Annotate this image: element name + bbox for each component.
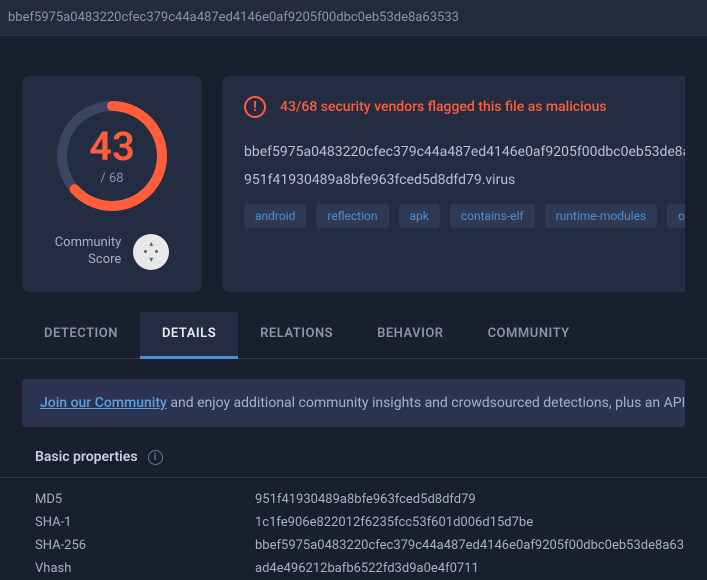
- flag-text: 43/68 security vendors flagged this file…: [280, 99, 607, 115]
- score-ring: 43 / 68: [52, 96, 172, 216]
- prop-val: 1c1fe906e822012f6235fcc53f601d006d15d7be: [255, 515, 533, 530]
- file-name: 951f41930489a8bfe963fced5d8dfd79.virus: [244, 172, 685, 188]
- hash-search-bar[interactable]: bbef5975a0483220cfec379c44a487ed4146e0af…: [0, 0, 707, 36]
- community-score-row: Community Score ▴ ▾: [55, 234, 170, 270]
- score-number: 43: [89, 127, 135, 167]
- main-info-area: 43 / 68 Community Score ▴ ▾ ! 43/68 secu…: [0, 36, 707, 312]
- prop-val: bbef5975a0483220cfec379c44a487ed4146e0af…: [255, 538, 685, 553]
- table-row: SHA-256 bbef5975a0483220cfec379c44a487ed…: [35, 534, 685, 557]
- info-icon[interactable]: i: [148, 450, 163, 465]
- vote-widget[interactable]: ▴ ▾: [133, 234, 169, 270]
- alert-icon: !: [244, 96, 266, 118]
- tag[interactable]: runtime-modules: [545, 204, 658, 228]
- tab-relations[interactable]: RELATIONS: [238, 312, 355, 358]
- banner-text: and enjoy additional community insights …: [167, 395, 685, 411]
- prop-key-sha1: SHA-1: [35, 515, 255, 530]
- hash-text: bbef5975a0483220cfec379c44a487ed4146e0af…: [8, 10, 459, 25]
- tags-row: android reflection apk contains-elf runt…: [244, 204, 685, 228]
- prop-key-sha256: SHA-256: [35, 538, 255, 553]
- community-score-label: Community Score: [55, 235, 122, 269]
- file-hash: bbef5975a0483220cfec379c44a487ed4146e0af…: [244, 144, 685, 160]
- tag[interactable]: obfuscated: [667, 204, 685, 228]
- tab-behavior[interactable]: BEHAVIOR: [355, 312, 465, 358]
- tag[interactable]: reflection: [316, 204, 388, 228]
- tab-community[interactable]: COMMUNITY: [466, 312, 592, 358]
- prop-val: ad4e496212bafb6522fd3d9a0e4f0711: [255, 561, 479, 576]
- tag[interactable]: apk: [399, 204, 440, 228]
- tabs-bar: DETECTION DETAILS RELATIONS BEHAVIOR COM…: [0, 312, 707, 359]
- properties-table: MD5 951f41930489a8bfe963fced5d8dfd79 SHA…: [0, 478, 707, 580]
- tab-details[interactable]: DETAILS: [140, 312, 238, 359]
- score-denominator: / 68: [89, 171, 135, 186]
- tab-detection[interactable]: DETECTION: [22, 312, 140, 358]
- tag[interactable]: android: [244, 204, 306, 228]
- prop-val: 951f41930489a8bfe963fced5d8dfd79: [255, 492, 476, 507]
- join-community-link[interactable]: Join our Community: [40, 395, 167, 411]
- table-row: Vhash ad4e496212bafb6522fd3d9a0e4f0711: [35, 557, 685, 580]
- prop-key-md5: MD5: [35, 492, 255, 507]
- basic-properties-header[interactable]: Basic properties i: [0, 427, 707, 478]
- detail-panel: ! 43/68 security vendors flagged this fi…: [222, 76, 685, 292]
- prop-key-vhash: Vhash: [35, 561, 255, 576]
- section-title: Basic properties: [35, 449, 138, 465]
- tag[interactable]: contains-elf: [450, 204, 535, 228]
- community-join-banner: Join our Community and enjoy additional …: [22, 379, 685, 427]
- table-row: SHA-1 1c1fe906e822012f6235fcc53f601d006d…: [35, 511, 685, 534]
- table-row: MD5 951f41930489a8bfe963fced5d8dfd79: [35, 488, 685, 511]
- malicious-flag-row: ! 43/68 security vendors flagged this fi…: [244, 96, 685, 118]
- chevron-up-icon: ▴: [149, 240, 153, 248]
- chevron-down-icon: ▾: [149, 256, 153, 264]
- score-card: 43 / 68 Community Score ▴ ▾: [22, 76, 202, 292]
